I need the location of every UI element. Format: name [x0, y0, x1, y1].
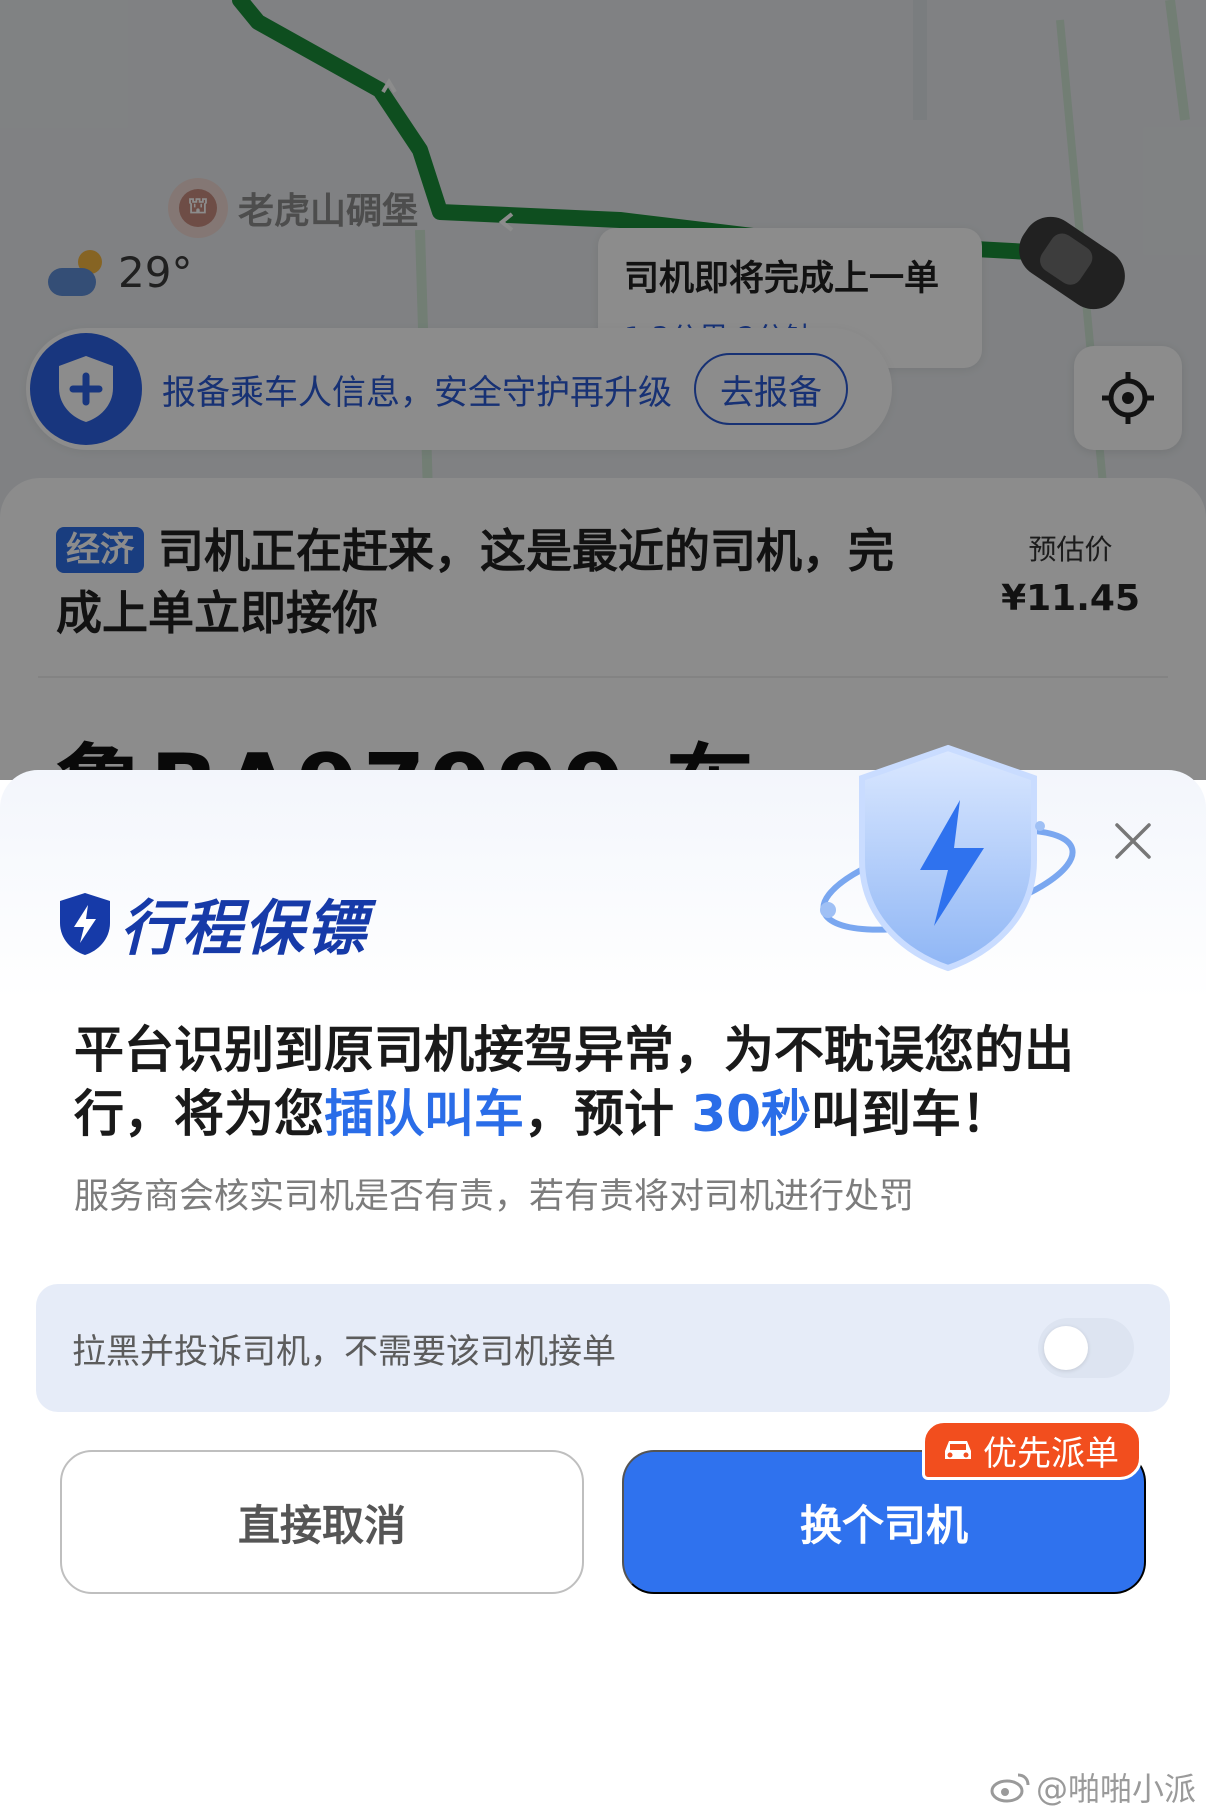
cancel-ride-button[interactable]: 直接取消	[60, 1450, 584, 1594]
sheet-subline: 服务商会核实司机是否有责，若有责将对司机进行处罚	[74, 1177, 915, 1217]
close-icon	[1115, 823, 1151, 859]
priority-badge-text: 优先派单	[983, 1433, 1119, 1474]
lightning-shield-icon	[820, 744, 1076, 972]
headline-highlight-time: 30秒	[691, 1085, 812, 1143]
weibo-icon	[990, 1773, 1030, 1803]
modal-backdrop[interactable]	[0, 0, 1206, 780]
car-icon	[945, 1441, 971, 1459]
brand-logo: 行程保镖	[58, 880, 368, 967]
block-driver-option[interactable]: 拉黑并投诉司机，不需要该司机接单	[36, 1284, 1170, 1412]
close-button[interactable]	[1106, 814, 1160, 868]
priority-dispatch-badge: 优先派单	[922, 1420, 1142, 1480]
watermark: @啪啪小派	[990, 1764, 1196, 1810]
headline-highlight-queue: 插队叫车	[324, 1085, 524, 1143]
brand-name: 行程保镖	[120, 894, 368, 964]
block-driver-toggle[interactable]	[1038, 1318, 1134, 1378]
trip-guard-sheet: 行程保镖 平台识别到原司机接驾异常，为不耽误您的出行，将为您插队叫车，预计 30…	[0, 744, 1206, 1814]
watermark-text: @啪啪小派	[1036, 1770, 1197, 1808]
toggle-knob	[1044, 1326, 1088, 1370]
shield-bolt-icon	[60, 892, 110, 955]
headline-text: ，预计	[524, 1085, 674, 1143]
sheet-headline: 平台识别到原司机接驾异常，为不耽误您的出行，将为您插队叫车，预计 30秒叫到车！	[74, 1018, 1134, 1146]
block-driver-label: 拉黑并投诉司机，不需要该司机接单	[72, 1331, 616, 1372]
headline-text: 叫到车！	[811, 1085, 1012, 1143]
